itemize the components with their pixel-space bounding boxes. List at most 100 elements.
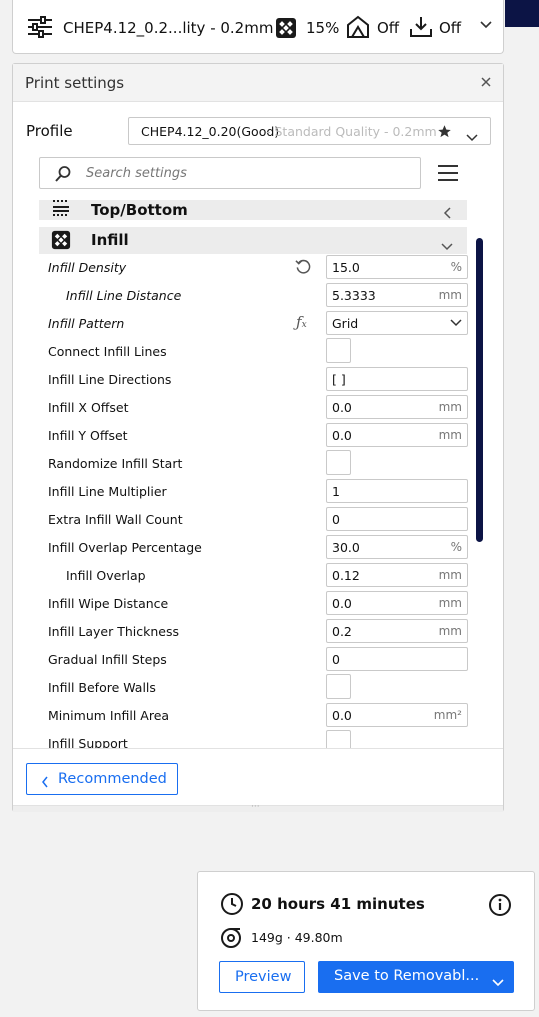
field-value: 0.0 [332,399,352,415]
infill-overlap-percentage-field[interactable]: 30.0% [326,535,468,559]
support-value: Off [377,19,400,37]
clock-icon [220,892,244,920]
connect-infill-lines-checkbox[interactable] [326,338,351,363]
filament-spool-icon [220,927,242,953]
settings-list: Top/Bottom Infill Infill Density 15.0% I… [13,200,503,748]
field-value: [ ] [332,371,346,387]
print-setup-bar[interactable]: CHEP4.12_0.2...lity - 0.2mm 15% Off Off [12,0,504,54]
field-unit: mm [438,624,462,638]
print-settings-panel: Print settings Profile CHEP4.12_0.20(Goo… [12,63,504,812]
chevron-down-icon[interactable] [466,127,478,146]
infill-wipe-distance-field[interactable]: 0.0 mm [326,591,468,615]
setting-label: Gradual Infill Steps [48,652,167,667]
infill-layer-thickness-field[interactable]: 0.2 mm [326,619,468,643]
setting-label: Infill Line Directions [48,372,172,387]
field-unit: mm [438,568,462,582]
chevron-down-icon[interactable] [479,20,493,30]
infill-pattern-dropdown[interactable]: Grid [326,311,468,335]
field-value: 1 [332,483,340,499]
divider [13,748,503,749]
field-unit: mm [438,596,462,610]
setting-label: Infill Density [48,260,127,275]
search-placeholder: Search settings [86,166,187,181]
chevron-down-icon [450,316,462,330]
info-icon[interactable] [488,893,512,921]
infill-before-walls-checkbox[interactable] [326,674,351,699]
field-unit: mm [438,400,462,414]
randomize-infill-start-checkbox[interactable] [326,450,351,475]
setting-label: Infill X Offset [48,400,129,415]
resize-handle[interactable]: ··· [13,803,503,812]
category-label: Infill [91,231,129,249]
field-value: 15.0 [332,259,360,275]
chevron-down-icon[interactable] [492,972,504,991]
infill-line-distance-field[interactable]: 5.3333 mm [326,283,468,307]
setting-label: Minimum Infill Area [48,708,170,723]
profile-quality: - Standard Quality - 0.2mm [266,124,437,139]
search-icon [54,165,72,187]
support-icon [346,15,370,39]
infill-value: 15% [306,19,340,37]
field-value: 0 [332,511,340,527]
function-icon[interactable]: ƒx [296,313,307,331]
setting-label: Randomize Infill Start [48,456,183,471]
save-label: Save to Removabl... [334,968,480,984]
infill-y-offset-field[interactable]: 0.0 mm [326,423,468,447]
settings-sliders-icon [27,16,53,38]
preview-label: Preview [235,969,292,985]
scrollbar-thumb[interactable] [476,238,483,542]
menu-icon[interactable] [437,162,459,188]
field-unit: % [450,540,462,554]
star-icon[interactable] [437,124,452,143]
preview-button[interactable]: Preview [219,961,305,993]
setting-label: Infill Line Distance [66,288,182,303]
field-value: 30.0 [332,539,360,555]
field-value: Grid [332,315,359,331]
profile-summary: CHEP4.12_0.2...lity - 0.2mm [63,19,274,37]
print-time: 20 hours 41 minutes [251,895,425,913]
extra-infill-wall-count-field[interactable]: 0 [326,507,468,531]
minimum-infill-area-field[interactable]: 0.0 mm² [326,703,468,727]
setting-label: Infill Layer Thickness [48,624,180,639]
infill-line-multiplier-field[interactable]: 1 [326,479,468,503]
panel-title: Print settings [25,74,125,92]
panel-header: Print settings [13,64,503,102]
close-icon[interactable] [479,74,493,93]
setting-label: Extra Infill Wall Count [48,512,183,527]
recommended-button[interactable]: Recommended [26,763,178,795]
field-unit: % [450,260,462,274]
recommended-label: Recommended [58,771,167,787]
chevron-down-icon [441,236,453,255]
infill-x-offset-field[interactable]: 0.0 mm [326,395,468,419]
infill-overlap-field[interactable]: 0.12 mm [326,563,468,587]
profile-name: CHEP4.12_0.20(Good) [141,124,280,139]
print-estimate-card: 20 hours 41 minutes 149g · 49.80m Previe… [197,871,535,1011]
field-unit: mm² [433,708,462,722]
infill-icon [51,230,71,254]
infill-support-checkbox[interactable] [326,730,351,748]
adhesion-icon [409,15,433,39]
field-unit: mm [438,288,462,302]
category-infill[interactable]: Infill [39,227,467,254]
category-topbottom[interactable]: Top/Bottom [39,200,467,220]
top-bottom-icon [51,200,71,222]
setting-label: Infill Support [48,736,128,748]
infill-icon [275,17,297,39]
chevron-left-icon [443,204,452,223]
adhesion-value: Off [439,19,462,37]
setting-label: Infill Before Walls [48,680,156,695]
window-corner [505,0,539,27]
profile-dropdown[interactable]: CHEP4.12_0.20(Good) - Standard Quality -… [128,117,491,145]
setting-label: Infill Overlap Percentage [48,540,202,555]
infill-line-directions-field[interactable]: [ ] [326,367,468,391]
field-value: 0.0 [332,707,352,723]
infill-density-field[interactable]: 15.0% [326,255,468,279]
reset-icon[interactable] [295,258,312,279]
setting-label: Infill Line Multiplier [48,484,167,499]
field-unit: mm [438,428,462,442]
setting-label: Connect Infill Lines [48,344,167,359]
setting-label: Infill Y Offset [48,428,128,443]
search-input[interactable]: Search settings [39,157,421,189]
gradual-infill-steps-field[interactable]: 0 [326,647,468,671]
save-to-removable-button[interactable]: Save to Removabl... [318,961,514,993]
